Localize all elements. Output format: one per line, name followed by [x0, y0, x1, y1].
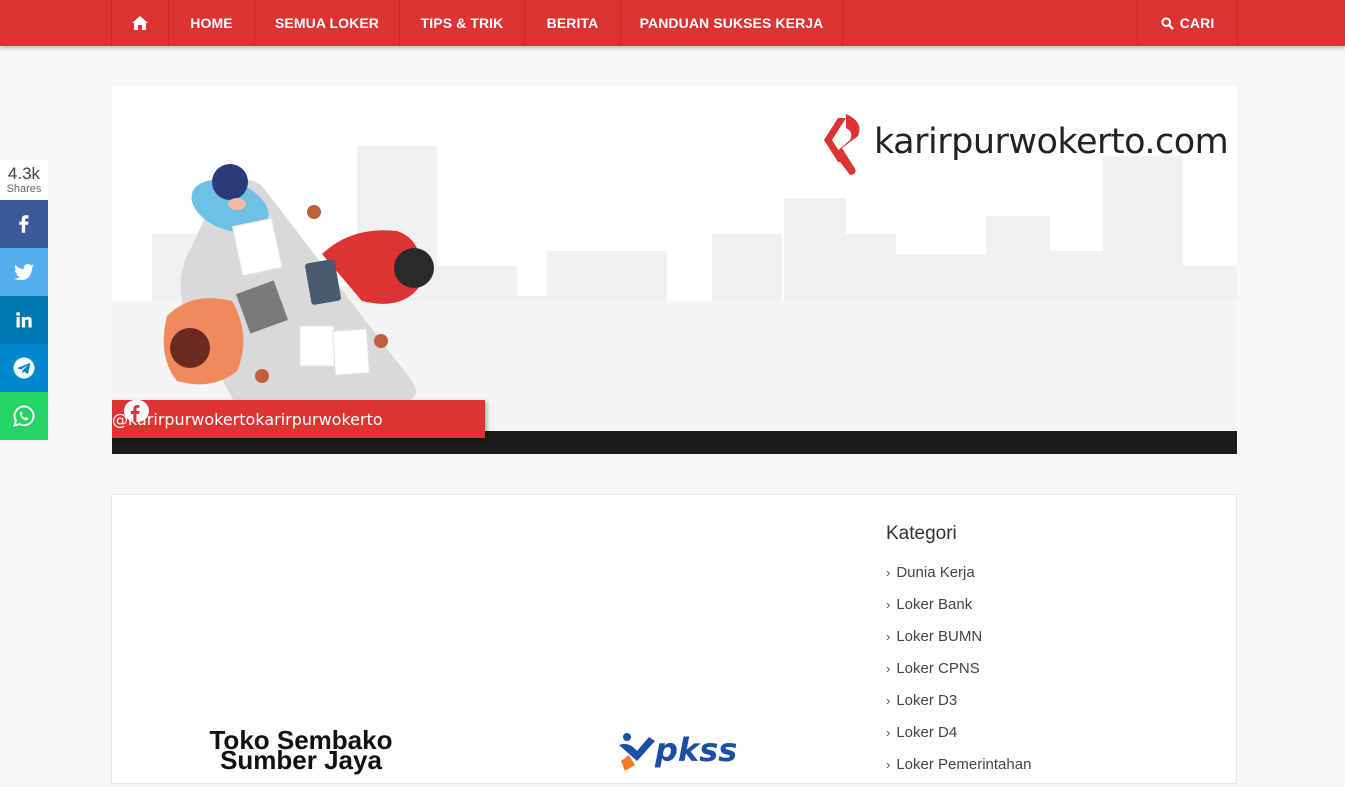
category-item[interactable]: › Loker D4	[886, 723, 1031, 755]
nav-berita[interactable]: BERITA	[524, 0, 620, 46]
linkedin-icon	[16, 312, 32, 328]
search-button[interactable]: CARI	[1137, 0, 1238, 46]
twitter-icon	[14, 264, 34, 280]
category-label: Loker Pemerintahan	[896, 756, 1032, 773]
category-label: Loker D3	[896, 692, 958, 709]
search-label: CARI	[1179, 15, 1215, 31]
ad1-line2: Sumber Jaya	[220, 745, 382, 775]
social-share-bar: 4.3k Shares	[0, 160, 48, 440]
home-icon	[132, 16, 148, 30]
sidebar-title: Kategori	[886, 523, 957, 544]
share-linkedin-button[interactable]	[0, 296, 48, 344]
chevron-right-icon: ›	[886, 597, 891, 612]
nav-semua-loker[interactable]: SEMUA LOKER	[254, 0, 399, 46]
main-content: Toko Sembako Sumber Jaya pkss Kategori ›…	[111, 494, 1237, 784]
category-label: Dunia Kerja	[896, 564, 975, 581]
facebook-circle-icon	[124, 400, 146, 422]
category-label: Loker Bank	[896, 596, 973, 613]
chevron-right-icon: ›	[886, 725, 891, 740]
share-telegram-button[interactable]	[0, 344, 48, 392]
nav-home[interactable]: HOME	[168, 0, 254, 46]
nav-home-icon-button[interactable]	[111, 0, 168, 46]
category-list: › Dunia Kerja › Loker Bank › Loker BUMN › Lo…	[886, 563, 1031, 787]
category-label: Loker BUMN	[896, 628, 983, 645]
share-facebook-button[interactable]	[0, 200, 48, 248]
header-banner[interactable]: karirpurwokerto.com @karirpurwokerto kar…	[112, 86, 1237, 454]
category-item[interactable]: › Loker Bank	[886, 595, 1031, 627]
search-icon	[1161, 16, 1174, 30]
chevron-right-icon: ›	[886, 661, 891, 676]
share-whatsapp-button[interactable]	[0, 392, 48, 440]
category-label: Loker D4	[896, 724, 958, 741]
whatsapp-icon	[13, 405, 35, 427]
category-item[interactable]: › Loker BUMN	[886, 627, 1031, 659]
chevron-right-icon: ›	[886, 693, 891, 708]
category-label: Loker CPNS	[896, 660, 980, 677]
telegram-icon	[13, 357, 35, 379]
chevron-right-icon: ›	[886, 565, 891, 580]
brand-name: karirpurwokerto.com	[874, 122, 1229, 162]
facebook-handle: karirpurwokerto	[255, 409, 383, 429]
share-count-number: 4.3k	[7, 164, 41, 183]
top-navbar: HOME SEMUA LOKER TIPS & TRIK BERITA PAND…	[0, 0, 1345, 46]
chevron-right-icon: ›	[886, 629, 891, 644]
nav-panduan[interactable]: PANDUAN SUKSES KERJA	[620, 0, 843, 46]
ad-toko-sembako[interactable]: Toko Sembako Sumber Jaya	[196, 727, 406, 773]
share-count-label: Shares	[6, 183, 42, 195]
nav-inner: HOME SEMUA LOKER TIPS & TRIK BERITA PAND…	[111, 0, 1238, 46]
category-item[interactable]: › Loker D3	[886, 691, 1031, 723]
share-count: 4.3k Shares	[0, 160, 48, 200]
category-item[interactable]: › Loker CPNS	[886, 659, 1031, 691]
facebook-icon	[19, 215, 29, 233]
chevron-right-icon: ›	[886, 757, 891, 772]
nav-tips-trik[interactable]: TIPS & TRIK	[399, 0, 524, 46]
category-item[interactable]: › Loker Pemerintahan	[886, 755, 1031, 787]
share-twitter-button[interactable]	[0, 248, 48, 296]
banner-social-strip: @karirpurwokerto karirpurwokerto	[112, 400, 485, 438]
category-item[interactable]: › Dunia Kerja	[886, 563, 1031, 595]
pkss-logo-text: pkss	[655, 731, 738, 769]
